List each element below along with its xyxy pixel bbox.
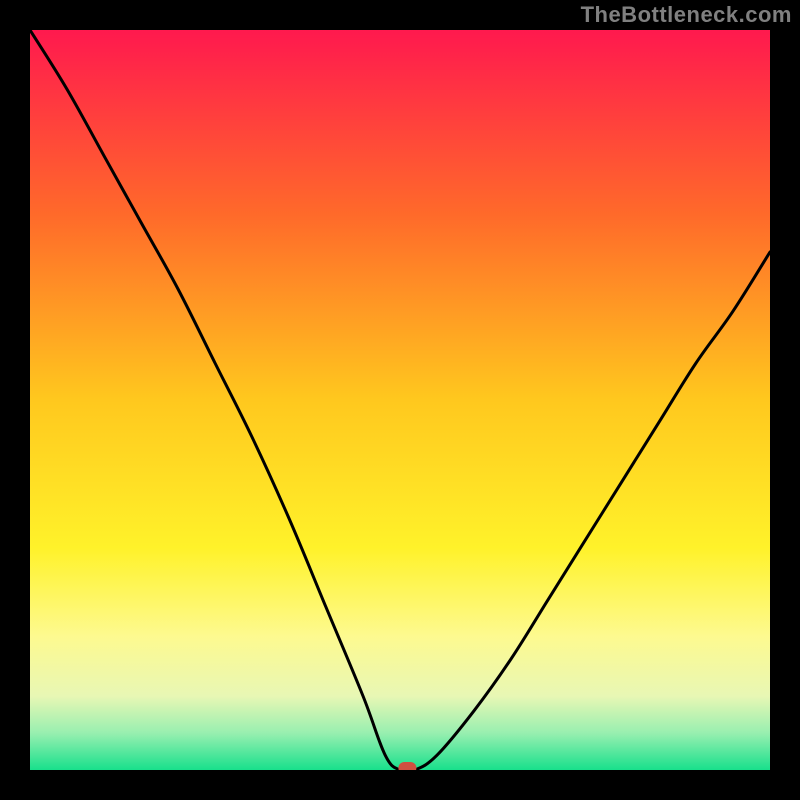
chart-container: TheBottleneck.com [0,0,800,800]
optimum-marker [398,762,416,770]
gradient-background [30,30,770,770]
watermark-text: TheBottleneck.com [581,2,792,28]
plot-area [30,30,770,770]
chart-svg [30,30,770,770]
